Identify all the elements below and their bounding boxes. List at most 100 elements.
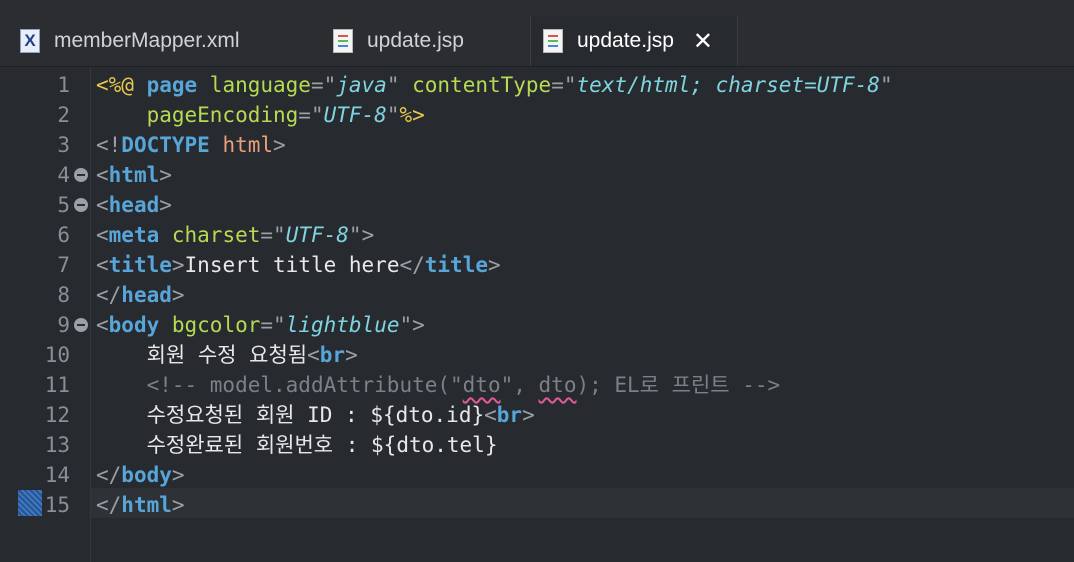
attr-name: contentType bbox=[412, 73, 552, 97]
line-number: 6 bbox=[57, 223, 70, 247]
tag-name: title bbox=[108, 253, 172, 277]
tag-bracket: < bbox=[96, 193, 109, 217]
tag-bracket: < bbox=[96, 253, 109, 277]
attr-eq: =" bbox=[298, 103, 324, 127]
editor-tab-bar: X memberMapper.xml update.jsp update.jsp… bbox=[0, 0, 1074, 67]
close-icon[interactable]: ✕ bbox=[692, 29, 714, 53]
attr-quote: " bbox=[399, 313, 413, 337]
attr-eq: =" bbox=[551, 73, 577, 97]
line-number: 14 bbox=[44, 463, 70, 487]
tab-update-jsp-active[interactable]: update.jsp ✕ bbox=[530, 16, 738, 66]
comment-text: ); EL로 프린트 --> bbox=[576, 373, 781, 397]
line-number: 3 bbox=[57, 133, 70, 157]
tab-member-mapper-xml[interactable]: X memberMapper.xml bbox=[20, 16, 310, 66]
fold-collapse-icon[interactable] bbox=[74, 168, 88, 182]
attr-quote: " bbox=[348, 223, 362, 247]
tag-name: html bbox=[108, 163, 160, 187]
text-content: 회원 수정 요청됨 bbox=[146, 343, 308, 367]
tab-label: update.jsp bbox=[367, 29, 464, 52]
tag-bracket: <! bbox=[96, 133, 122, 157]
fold-collapse-icon[interactable] bbox=[74, 198, 88, 212]
xml-file-icon: X bbox=[20, 29, 40, 53]
directive-keyword: page bbox=[146, 73, 210, 97]
attr-name: pageEncoding bbox=[146, 103, 299, 127]
comment-text: <!-- model.addAttribute(" bbox=[146, 373, 463, 397]
tag-name: html bbox=[121, 493, 172, 517]
tag-bracket: </ bbox=[96, 283, 122, 307]
tag-name: title bbox=[424, 253, 488, 277]
tag-bracket: > bbox=[171, 463, 185, 487]
spelling-warning[interactable]: dto bbox=[539, 373, 577, 397]
code-editor[interactable]: <%@ page language="java" contentType="te… bbox=[91, 67, 1074, 562]
code-line-4: <html> bbox=[96, 160, 172, 190]
attr-name: language bbox=[209, 73, 311, 97]
tag-name: body bbox=[108, 313, 172, 337]
tag-bracket: > bbox=[412, 313, 425, 337]
code-line-11: <!-- model.addAttribute("dto", dto); EL로… bbox=[96, 370, 781, 400]
attr-value: java bbox=[336, 73, 387, 97]
code-line-14: </body> bbox=[96, 460, 185, 490]
attr-name: bgcolor bbox=[171, 313, 261, 337]
tag-bracket: > bbox=[522, 403, 535, 427]
tag-bracket: > bbox=[159, 193, 172, 217]
line-number-gutter: 1 2 3 4 5 6 7 8 9 10 11 12 13 14 15 bbox=[0, 67, 91, 562]
tag-bracket: > bbox=[159, 163, 172, 187]
tag-bracket: < bbox=[96, 163, 109, 187]
code-line-10: 회원 수정 요청됨<br> bbox=[96, 340, 358, 370]
line-number: 11 bbox=[44, 373, 70, 397]
jsp-file-icon bbox=[333, 29, 353, 53]
line-number: 8 bbox=[57, 283, 70, 307]
tag-bracket: > bbox=[171, 253, 185, 277]
attr-quote: " bbox=[386, 73, 413, 97]
code-line-8: </head> bbox=[96, 280, 185, 310]
attr-value: UTF-8 bbox=[323, 103, 387, 127]
tag-bracket: > bbox=[487, 253, 501, 277]
breakpoint-marker[interactable] bbox=[18, 490, 42, 516]
tag-bracket: > bbox=[171, 283, 185, 307]
text-content: 수정요청된 회원 ID : ${dto.id} bbox=[146, 403, 485, 427]
tag-bracket: > bbox=[273, 133, 286, 157]
attr-name: charset bbox=[171, 223, 261, 247]
tag-name: head bbox=[121, 283, 172, 307]
code-line-9: <body bgcolor="lightblue"> bbox=[96, 310, 425, 340]
tag-name: head bbox=[108, 193, 160, 217]
spelling-warning[interactable]: dto bbox=[463, 373, 501, 397]
code-line-13: 수정완료된 회원번호 : ${dto.tel} bbox=[96, 430, 498, 460]
tab-update-jsp[interactable]: update.jsp bbox=[333, 16, 523, 66]
tag-bracket: < bbox=[96, 313, 109, 337]
line-number: 9 bbox=[57, 313, 70, 337]
tag-bracket: < bbox=[96, 223, 109, 247]
tag-bracket: < bbox=[307, 343, 320, 367]
attr-eq: =" bbox=[310, 73, 337, 97]
code-line-15: </html> bbox=[96, 490, 185, 520]
code-line-3: <!DOCTYPE html> bbox=[96, 130, 286, 160]
line-number: 2 bbox=[57, 103, 70, 127]
line-number: 12 bbox=[44, 403, 70, 427]
tab-label: memberMapper.xml bbox=[54, 29, 240, 52]
tab-label: update.jsp bbox=[577, 29, 674, 52]
doctype-value: html bbox=[222, 133, 274, 157]
doctype-keyword: DOCTYPE bbox=[121, 133, 223, 157]
tag-name: br bbox=[319, 343, 346, 367]
jsp-directive-close: %> bbox=[399, 103, 425, 127]
attr-value: text/html; charset=UTF-8 bbox=[576, 73, 880, 97]
line-number: 4 bbox=[57, 163, 70, 187]
tag-bracket: < bbox=[484, 403, 497, 427]
line-number: 10 bbox=[44, 343, 70, 367]
line-number: 13 bbox=[44, 433, 70, 457]
line-number: 7 bbox=[57, 253, 70, 277]
code-line-6: <meta charset="UTF-8"> bbox=[96, 220, 374, 250]
attr-eq: =" bbox=[260, 313, 286, 337]
code-line-1: <%@ page language="java" contentType="te… bbox=[96, 70, 893, 100]
text-content: Insert title here bbox=[184, 253, 400, 277]
text-content: 수정완료된 회원번호 : ${dto.tel} bbox=[146, 433, 498, 457]
fold-collapse-icon[interactable] bbox=[74, 318, 88, 332]
attr-quote: " bbox=[879, 73, 893, 97]
tag-bracket: </ bbox=[96, 463, 122, 487]
code-line-2: pageEncoding="UTF-8"%> bbox=[96, 100, 425, 130]
tag-bracket: </ bbox=[399, 253, 425, 277]
comment-text: ", bbox=[500, 373, 539, 397]
